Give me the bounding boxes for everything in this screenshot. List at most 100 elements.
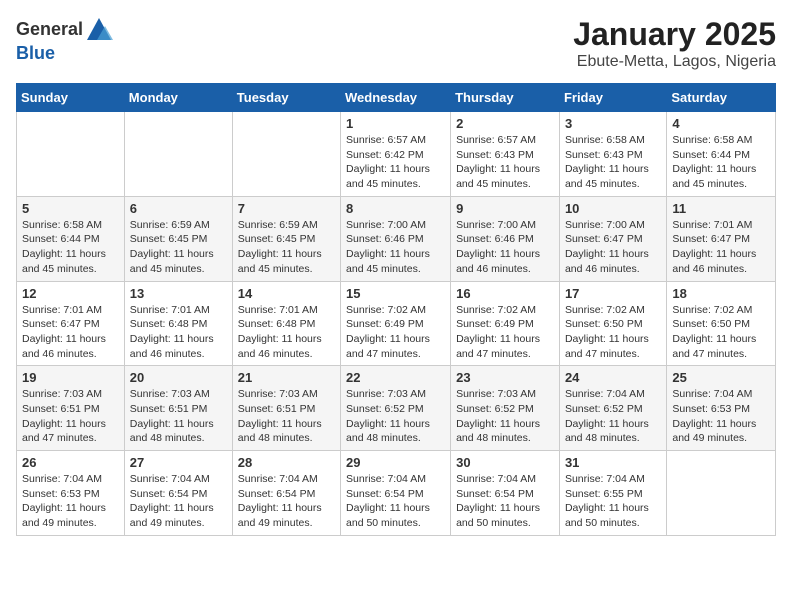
cell-content: Sunrise: 7:00 AMSunset: 6:47 PMDaylight:… (565, 218, 661, 277)
day-number: 28 (238, 455, 335, 470)
day-number: 11 (672, 201, 770, 216)
day-number: 12 (22, 286, 119, 301)
day-number: 4 (672, 116, 770, 131)
day-number: 29 (346, 455, 445, 470)
day-number: 13 (130, 286, 227, 301)
cell-content: Sunrise: 7:04 AMSunset: 6:54 PMDaylight:… (238, 472, 335, 531)
calendar-week-row: 5 Sunrise: 6:58 AMSunset: 6:44 PMDaylight… (17, 196, 776, 281)
weekday-header: Thursday (451, 84, 560, 112)
month-title: January 2025 (573, 16, 776, 53)
day-number: 2 (456, 116, 554, 131)
title-area: January 2025 Ebute-Metta, Lagos, Nigeria (573, 16, 776, 71)
weekday-header: Wednesday (341, 84, 451, 112)
cell-content: Sunrise: 6:57 AMSunset: 6:42 PMDaylight:… (346, 133, 445, 192)
calendar-cell: 11 Sunrise: 7:01 AMSunset: 6:47 PMDayligh… (667, 196, 776, 281)
cell-content: Sunrise: 6:58 AMSunset: 6:44 PMDaylight:… (22, 218, 119, 277)
day-number: 17 (565, 286, 661, 301)
day-number: 5 (22, 201, 119, 216)
calendar-cell: 27 Sunrise: 7:04 AMSunset: 6:54 PMDayligh… (124, 451, 232, 536)
calendar-cell: 1 Sunrise: 6:57 AMSunset: 6:42 PMDaylight… (341, 112, 451, 197)
calendar-cell: 31Sunrise: 7:04 AMSunset: 6:55 PMDayligh… (559, 451, 666, 536)
calendar-cell: 15 Sunrise: 7:02 AMSunset: 6:49 PMDayligh… (341, 281, 451, 366)
calendar-cell: 9 Sunrise: 7:00 AMSunset: 6:46 PMDaylight… (451, 196, 560, 281)
day-number: 19 (22, 370, 119, 385)
day-number: 27 (130, 455, 227, 470)
weekday-header: Monday (124, 84, 232, 112)
cell-content: Sunrise: 7:01 AMSunset: 6:48 PMDaylight:… (238, 303, 335, 362)
calendar-cell: 21Sunrise: 7:03 AMSunset: 6:51 PMDayligh… (232, 366, 340, 451)
cell-content: Sunrise: 7:04 AMSunset: 6:53 PMDaylight:… (22, 472, 119, 531)
cell-content: Sunrise: 7:04 AMSunset: 6:54 PMDaylight:… (456, 472, 554, 531)
calendar-cell: 2 Sunrise: 6:57 AMSunset: 6:43 PMDaylight… (451, 112, 560, 197)
day-number: 16 (456, 286, 554, 301)
day-number: 8 (346, 201, 445, 216)
calendar-cell: 18Sunrise: 7:02 AMSunset: 6:50 PMDayligh… (667, 281, 776, 366)
weekday-header-row: SundayMondayTuesdayWednesdayThursdayFrid… (17, 84, 776, 112)
calendar-cell: 6 Sunrise: 6:59 AMSunset: 6:45 PMDaylight… (124, 196, 232, 281)
cell-content: Sunrise: 7:01 AMSunset: 6:47 PMDaylight:… (672, 218, 770, 277)
cell-content: Sunrise: 6:59 AMSunset: 6:45 PMDaylight:… (130, 218, 227, 277)
logo-general: General (16, 20, 83, 40)
calendar-week-row: 26Sunrise: 7:04 AMSunset: 6:53 PMDayligh… (17, 451, 776, 536)
calendar-cell: 5 Sunrise: 6:58 AMSunset: 6:44 PMDaylight… (17, 196, 125, 281)
day-number: 6 (130, 201, 227, 216)
calendar-cell (667, 451, 776, 536)
calendar-cell: 10 Sunrise: 7:00 AMSunset: 6:47 PMDayligh… (559, 196, 666, 281)
weekday-header: Saturday (667, 84, 776, 112)
day-number: 14 (238, 286, 335, 301)
day-number: 20 (130, 370, 227, 385)
calendar-cell: 28 Sunrise: 7:04 AMSunset: 6:54 PMDayligh… (232, 451, 340, 536)
cell-content: Sunrise: 7:00 AMSunset: 6:46 PMDaylight:… (456, 218, 554, 277)
day-number: 10 (565, 201, 661, 216)
cell-content: Sunrise: 7:03 AMSunset: 6:52 PMDaylight:… (346, 387, 445, 446)
calendar-cell (124, 112, 232, 197)
day-number: 30 (456, 455, 554, 470)
day-number: 15 (346, 286, 445, 301)
logo-blue: Blue (16, 43, 55, 63)
cell-content: Sunrise: 7:02 AMSunset: 6:50 PMDaylight:… (565, 303, 661, 362)
calendar-cell: 12 Sunrise: 7:01 AMSunset: 6:47 PMDayligh… (17, 281, 125, 366)
cell-content: Sunrise: 7:03 AMSunset: 6:52 PMDaylight:… (456, 387, 554, 446)
calendar-cell: 7 Sunrise: 6:59 AMSunset: 6:45 PMDaylight… (232, 196, 340, 281)
cell-content: Sunrise: 6:59 AMSunset: 6:45 PMDaylight:… (238, 218, 335, 277)
calendar-cell: 13 Sunrise: 7:01 AMSunset: 6:48 PMDayligh… (124, 281, 232, 366)
cell-content: Sunrise: 6:58 AMSunset: 6:43 PMDaylight:… (565, 133, 661, 192)
cell-content: Sunrise: 7:04 AMSunset: 6:52 PMDaylight:… (565, 387, 661, 446)
calendar-cell: 17 Sunrise: 7:02 AMSunset: 6:50 PMDayligh… (559, 281, 666, 366)
location-title: Ebute-Metta, Lagos, Nigeria (573, 53, 776, 71)
calendar-cell: 16Sunrise: 7:02 AMSunset: 6:49 PMDayligh… (451, 281, 560, 366)
day-number: 23 (456, 370, 554, 385)
cell-content: Sunrise: 7:00 AMSunset: 6:46 PMDaylight:… (346, 218, 445, 277)
cell-content: Sunrise: 7:02 AMSunset: 6:49 PMDaylight:… (346, 303, 445, 362)
calendar-week-row: 1 Sunrise: 6:57 AMSunset: 6:42 PMDaylight… (17, 112, 776, 197)
day-number: 1 (346, 116, 445, 131)
cell-content: Sunrise: 6:57 AMSunset: 6:43 PMDaylight:… (456, 133, 554, 192)
cell-content: Sunrise: 7:04 AMSunset: 6:54 PMDaylight:… (130, 472, 227, 531)
cell-content: Sunrise: 7:03 AMSunset: 6:51 PMDaylight:… (238, 387, 335, 446)
logo: General Blue (16, 16, 113, 64)
day-number: 9 (456, 201, 554, 216)
cell-content: Sunrise: 7:01 AMSunset: 6:47 PMDaylight:… (22, 303, 119, 362)
calendar-cell: 30 Sunrise: 7:04 AMSunset: 6:54 PMDayligh… (451, 451, 560, 536)
calendar-cell: 24Sunrise: 7:04 AMSunset: 6:52 PMDayligh… (559, 366, 666, 451)
day-number: 22 (346, 370, 445, 385)
day-number: 25 (672, 370, 770, 385)
cell-content: Sunrise: 7:04 AMSunset: 6:54 PMDaylight:… (346, 472, 445, 531)
calendar-cell: 4Sunrise: 6:58 AMSunset: 6:44 PMDaylight… (667, 112, 776, 197)
calendar-cell: 3Sunrise: 6:58 AMSunset: 6:43 PMDaylight… (559, 112, 666, 197)
day-number: 31 (565, 455, 661, 470)
calendar-cell: 20 Sunrise: 7:03 AMSunset: 6:51 PMDayligh… (124, 366, 232, 451)
page-header: General Blue January 2025 Ebute-Metta, L… (16, 16, 776, 71)
cell-content: Sunrise: 7:03 AMSunset: 6:51 PMDaylight:… (130, 387, 227, 446)
day-number: 18 (672, 286, 770, 301)
calendar-cell (17, 112, 125, 197)
cell-content: Sunrise: 7:04 AMSunset: 6:53 PMDaylight:… (672, 387, 770, 446)
weekday-header: Sunday (17, 84, 125, 112)
day-number: 7 (238, 201, 335, 216)
calendar-cell: 22 Sunrise: 7:03 AMSunset: 6:52 PMDayligh… (341, 366, 451, 451)
calendar-week-row: 19 Sunrise: 7:03 AMSunset: 6:51 PMDayligh… (17, 366, 776, 451)
cell-content: Sunrise: 7:03 AMSunset: 6:51 PMDaylight:… (22, 387, 119, 446)
calendar-table: SundayMondayTuesdayWednesdayThursdayFrid… (16, 83, 776, 536)
calendar-week-row: 12 Sunrise: 7:01 AMSunset: 6:47 PMDayligh… (17, 281, 776, 366)
cell-content: Sunrise: 7:01 AMSunset: 6:48 PMDaylight:… (130, 303, 227, 362)
